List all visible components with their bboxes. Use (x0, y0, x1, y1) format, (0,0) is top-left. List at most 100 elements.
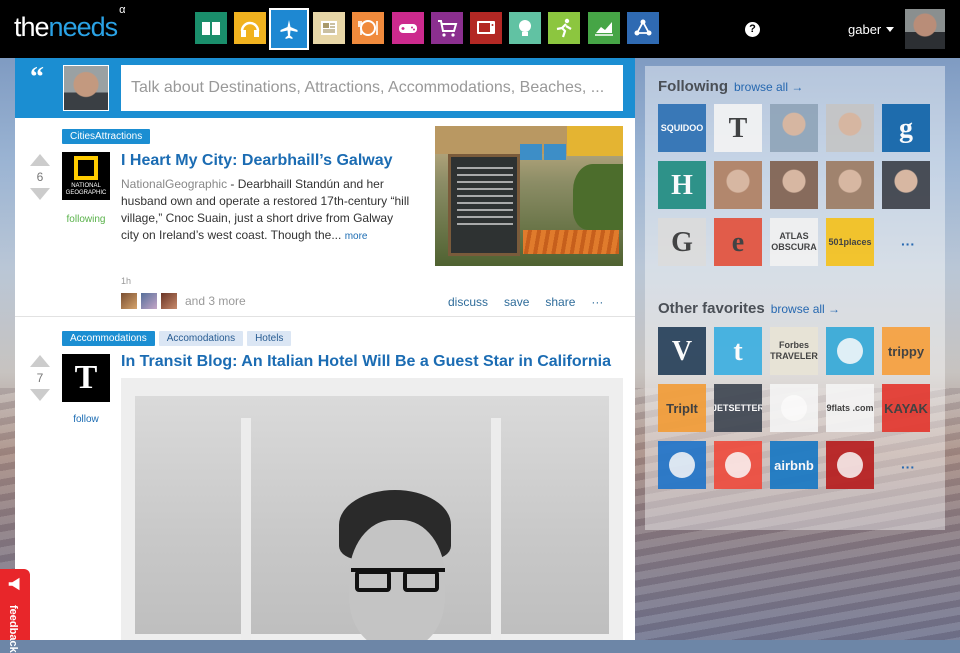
upvote-icon[interactable] (30, 154, 50, 166)
tile-person-6[interactable] (882, 161, 930, 209)
tile-atlas-obscura[interactable]: ATLAS OBSCURA (770, 218, 818, 266)
tile-kayak[interactable]: KAYAK (882, 384, 930, 432)
window-mullion (241, 418, 251, 640)
following-browse-all-link[interactable]: browse all → (734, 80, 803, 94)
source-logo-natgeo[interactable]: NATIONAL GEOGRAPHIC (62, 152, 110, 200)
tile-9flats[interactable]: 9flats .com (826, 384, 874, 432)
avatar[interactable] (161, 293, 177, 309)
chalkboard-shape (448, 154, 520, 256)
feedback-tab[interactable]: feedback (0, 569, 30, 653)
shared-by-count[interactable]: and 3 more (185, 294, 246, 308)
more-link[interactable]: more (345, 231, 368, 242)
brand-mark-icon (725, 452, 751, 478)
save-button[interactable]: save (504, 295, 529, 309)
category-shopping[interactable] (431, 12, 463, 44)
category-sports[interactable] (548, 12, 580, 44)
tile-yelp[interactable] (826, 441, 874, 489)
category-tv[interactable] (470, 12, 502, 44)
category-ideas[interactable] (509, 12, 541, 44)
tile-label: t (733, 335, 743, 367)
tile-kayak-arrow[interactable] (826, 327, 874, 375)
shared-by: and 3 more (121, 293, 246, 309)
tile-gizmodo[interactable]: G (658, 218, 706, 266)
avatar-photo (770, 104, 818, 152)
tile-person-2[interactable] (826, 104, 874, 152)
post-source[interactable]: NationalGeographic (121, 177, 227, 191)
natgeo-wordmark: NATIONAL GEOGRAPHIC (65, 183, 107, 196)
tile-plane[interactable] (658, 441, 706, 489)
category-science[interactable] (627, 12, 659, 44)
tile-person-5[interactable] (826, 161, 874, 209)
lightbulb-icon (519, 20, 531, 36)
tile-guardian[interactable]: g (882, 104, 930, 152)
logo[interactable]: theneedsα (14, 4, 126, 43)
glasses-lens (355, 570, 391, 592)
share-button[interactable]: share (545, 295, 575, 309)
category-games[interactable] (392, 12, 424, 44)
tile-telegraph[interactable]: T (714, 104, 762, 152)
following-header: Following browse all → (658, 78, 803, 95)
upvote-icon[interactable] (30, 355, 50, 367)
tile-viator[interactable]: V (658, 327, 706, 375)
category-finance[interactable] (588, 12, 620, 44)
source-logo-nytimes[interactable]: T (62, 354, 110, 402)
chevron-down-icon (886, 27, 895, 32)
post-thumbnail-market[interactable] (435, 126, 623, 266)
blue-bucket-shape (520, 144, 542, 160)
post-time: 1h (121, 276, 132, 286)
favorites-more-button[interactable]: ··· (901, 459, 915, 475)
tile-jetsetter[interactable]: JETSETTER (714, 384, 762, 432)
blue-bucket-shape (544, 144, 566, 160)
following-title: Following (658, 78, 728, 95)
category-books[interactable] (195, 12, 227, 44)
username: gaber (848, 22, 882, 37)
tile-forbes-traveler[interactable]: Forbes TRAVELER (770, 327, 818, 375)
tile-engadget[interactable]: e (714, 218, 762, 266)
tile-label: ATLAS OBSCURA (771, 231, 817, 252)
vote-count: 7 (36, 371, 44, 385)
composer-input[interactable]: Talk about Destinations, Attractions, Ac… (121, 65, 623, 111)
downvote-icon[interactable] (30, 188, 50, 200)
tile-airbnb[interactable]: airbnb (770, 441, 818, 489)
category-travel[interactable] (269, 8, 309, 50)
follow-button[interactable]: follow (59, 414, 113, 425)
following-status[interactable]: following (59, 214, 113, 225)
post-image-portrait[interactable] (121, 378, 623, 640)
tile-squidoo[interactable]: SQUIDOO (658, 104, 706, 152)
tag[interactable]: CitiesAttractions (62, 129, 151, 144)
user-menu[interactable]: gaber (848, 22, 895, 37)
favorites-browse-all-link[interactable]: browse all → (771, 302, 840, 316)
tag[interactable]: Hotels (247, 331, 292, 346)
following-more-button[interactable]: ··· (901, 236, 915, 252)
help-icon[interactable]: ? (745, 22, 760, 37)
more-actions-button[interactable]: ··· (591, 295, 603, 309)
post-title[interactable]: I Heart My City: Dearbhaill’s Galway (121, 152, 393, 170)
tile-trippy[interactable]: trippy (882, 327, 930, 375)
tile-person-1[interactable] (770, 104, 818, 152)
category-music[interactable] (234, 12, 266, 44)
avatar-photo (826, 104, 874, 152)
avatar[interactable] (121, 293, 137, 309)
avatar[interactable] (141, 293, 157, 309)
tile-person-3[interactable] (714, 161, 762, 209)
post-title[interactable]: In Transit Blog: An Italian Hotel Will B… (121, 353, 611, 371)
tag[interactable]: Accomodations (158, 331, 244, 346)
book-icon (202, 22, 220, 35)
tile-501places[interactable]: 501places (826, 218, 874, 266)
tag[interactable]: Accommodations (62, 331, 155, 346)
newspaper-icon (321, 21, 337, 35)
tile-tripit[interactable]: TripIt (658, 384, 706, 432)
tile-person-4[interactable] (770, 161, 818, 209)
category-news[interactable] (313, 12, 345, 44)
downvote-icon[interactable] (30, 389, 50, 401)
vote-control: 7 (29, 355, 51, 401)
feedback-label: feedback (7, 605, 19, 653)
tile-balloon[interactable] (770, 384, 818, 432)
user-avatar[interactable] (905, 9, 945, 49)
tile-huffington[interactable]: H (658, 161, 706, 209)
discuss-button[interactable]: discuss (448, 295, 488, 309)
tile-tumblr[interactable]: t (714, 327, 762, 375)
tile-airbnb-ribbon[interactable] (714, 441, 762, 489)
gamepad-icon (399, 24, 417, 33)
category-food[interactable] (352, 12, 384, 44)
